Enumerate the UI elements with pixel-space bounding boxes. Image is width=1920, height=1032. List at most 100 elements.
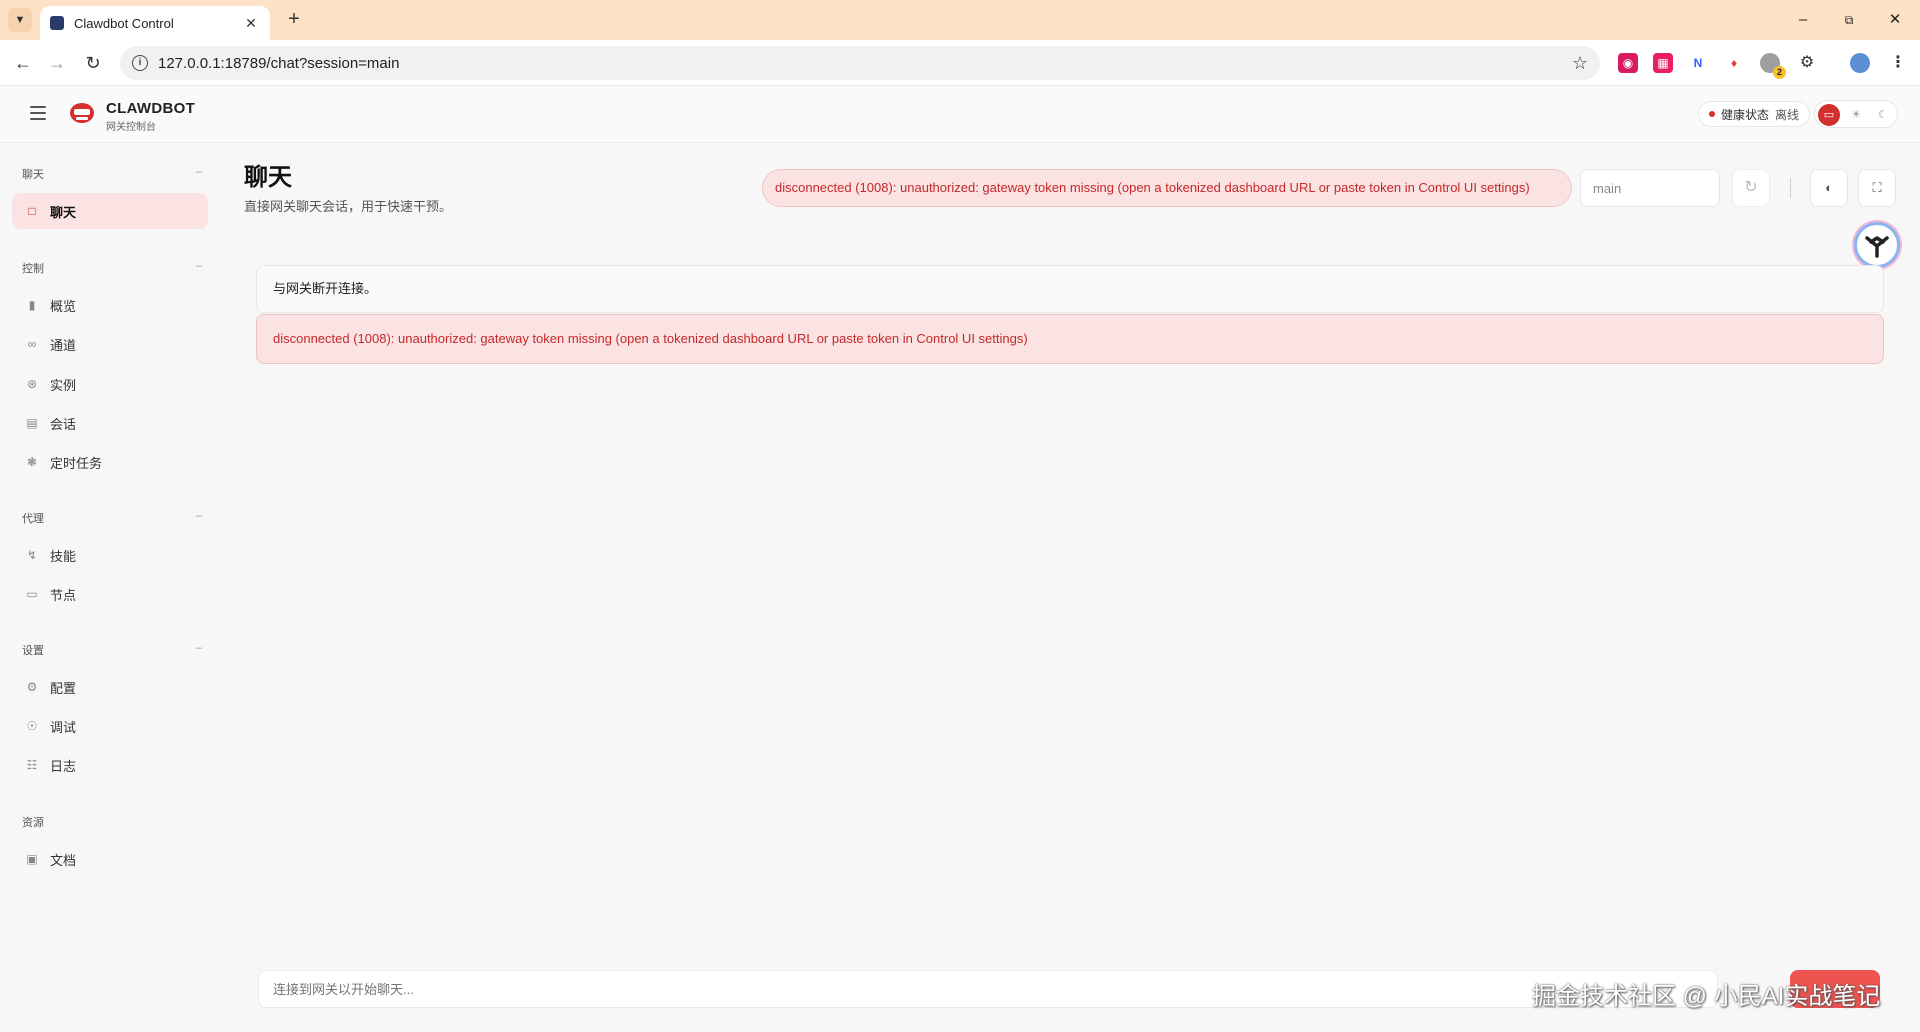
toolbar-divider: [1790, 178, 1791, 198]
browser-menu-icon[interactable]: ⋮: [1888, 53, 1908, 73]
sidebar-group-agent[interactable]: 代理 –: [22, 510, 202, 526]
extension-app-icon[interactable]: ▦: [1653, 53, 1673, 73]
sidebar-item-label: 概览: [50, 298, 77, 314]
sidebar-group-settings[interactable]: 设置 –: [22, 642, 202, 658]
status-dot-icon: [1709, 111, 1715, 117]
sidebar-item-label: 通道: [50, 337, 77, 353]
sidebar-group-chat[interactable]: 聊天 –: [22, 166, 202, 182]
theme-dark-icon[interactable]: ☾: [1872, 104, 1894, 126]
tab-search-icon[interactable]: ▼: [8, 8, 32, 32]
sidebar-item-logs[interactable]: ☷ 日志: [12, 747, 208, 783]
sidebar-item-label: 日志: [50, 758, 77, 774]
tab-title: Clawdbot Control: [74, 15, 174, 31]
sidebar-item-label: 配置: [50, 680, 77, 696]
link-icon: ∞: [27, 337, 37, 351]
gear-icon: ⚙: [26, 680, 38, 694]
collapse-icon: –: [195, 166, 202, 178]
brand-name: CLAWDBOT: [106, 100, 196, 117]
app-header: CLAWDBOT 网关控制台 健康状态 离线 ▭ ☀ ☾: [0, 86, 1920, 143]
menu-icon[interactable]: [30, 106, 46, 120]
document-icon: ▤: [26, 416, 38, 430]
tab-favicon-icon: [50, 16, 64, 30]
site-info-icon[interactable]: i: [132, 55, 148, 71]
sidebar-item-label: 实例: [50, 377, 77, 393]
sidebar-item-label: 技能: [50, 548, 77, 564]
sidebar-item-overview[interactable]: ▮ 概览: [12, 287, 208, 323]
session-input[interactable]: [1580, 169, 1720, 207]
brain-icon: ◐: [1825, 180, 1833, 195]
sidebar-item-sessions[interactable]: ▤ 会话: [12, 405, 208, 441]
sidebar-item-cron[interactable]: ❃ 定时任务: [12, 444, 208, 480]
collapse-icon: –: [195, 642, 202, 654]
sidebar-item-chat[interactable]: □ 聊天: [12, 193, 208, 229]
bug-icon: ☉: [26, 719, 38, 733]
error-message: disconnected (1008): unauthorized: gatew…: [256, 314, 1884, 364]
lightning-icon: ↯: [26, 548, 38, 562]
collapse-icon: –: [195, 260, 202, 272]
sidebar-item-nodes[interactable]: ▭ 节点: [12, 576, 208, 612]
extension-count-badge: 2: [1773, 66, 1786, 79]
focus-icon: ⛶: [1872, 180, 1882, 195]
sidebar-item-label: 聊天: [50, 204, 77, 220]
forward-icon[interactable]: →: [44, 50, 70, 76]
browser-tab[interactable]: Clawdbot Control ✕: [40, 6, 270, 40]
chat-input[interactable]: [258, 970, 1718, 1008]
refresh-button[interactable]: ↻: [1732, 169, 1770, 207]
focus-mode-button[interactable]: ⛶: [1858, 169, 1896, 207]
browser-toolbar: ← → ↻ i 127.0.0.1:18789/chat?session=mai…: [0, 40, 1920, 86]
sidebar: 聊天 – □ 聊天 控制 – ▮ 概览 ∞ 通道 ⊛ 实例 ▤ 会话 ❃ 定时任务 …: [0, 143, 220, 1032]
extension-badge-icon[interactable]: 2: [1760, 53, 1786, 79]
sidebar-item-label: 节点: [50, 587, 77, 603]
assistant-launcher-icon[interactable]: [1854, 222, 1900, 268]
sidebar-item-label: 会话: [50, 416, 77, 432]
sidebar-item-label: 调试: [50, 719, 77, 735]
collapse-icon: –: [195, 510, 202, 522]
profile-avatar-icon[interactable]: [1850, 53, 1870, 73]
disconnected-message: 与网关断开连接。: [256, 265, 1884, 313]
extensions-puzzle-icon[interactable]: ⚙: [1797, 53, 1817, 73]
theme-switcher: ▭ ☀ ☾: [1814, 100, 1898, 128]
extension-cup-icon[interactable]: ♦: [1724, 53, 1744, 73]
address-url[interactable]: 127.0.0.1:18789/chat?session=main: [158, 55, 1572, 72]
browser-tab-bar: ▼ Clawdbot Control ✕ + – ⧉ ✕: [0, 0, 1920, 40]
sidebar-item-label: 定时任务: [50, 455, 103, 471]
sidebar-item-skills[interactable]: ↯ 技能: [12, 537, 208, 573]
window-close-icon[interactable]: ✕: [1872, 6, 1918, 34]
loader-icon: ❃: [26, 455, 38, 469]
extension-n-icon[interactable]: N: [1688, 53, 1708, 73]
health-value: 离线: [1775, 107, 1800, 122]
sidebar-item-docs[interactable]: ▣ 文档: [12, 841, 208, 877]
chat-bubble-icon: □: [28, 204, 36, 218]
health-label: 健康状态: [1721, 107, 1770, 122]
address-bar[interactable]: i 127.0.0.1:18789/chat?session=main ☆: [120, 46, 1600, 80]
tab-close-icon[interactable]: ✕: [242, 15, 260, 32]
new-tab-icon[interactable]: +: [282, 8, 306, 32]
watermark: 掘金技术社区 @ 小民AI实战笔记: [1532, 983, 1881, 1010]
theme-light-icon[interactable]: ☀: [1845, 104, 1867, 126]
sidebar-group-resources: 资源: [22, 817, 44, 829]
extension-shield-icon[interactable]: ◉: [1618, 53, 1638, 73]
clawdbot-logo-icon: [70, 103, 94, 123]
thinking-toggle-button[interactable]: ◐: [1810, 169, 1848, 207]
theme-system-icon[interactable]: ▭: [1818, 104, 1840, 126]
sidebar-item-instances[interactable]: ⊛ 实例: [12, 366, 208, 402]
sidebar-group-control[interactable]: 控制 –: [22, 260, 202, 276]
brand-subtitle: 网关控制台: [106, 122, 156, 133]
back-icon[interactable]: ←: [10, 50, 36, 76]
bar-chart-icon: ▮: [28, 298, 36, 312]
monitor-icon: ▭: [26, 587, 38, 601]
minimize-icon[interactable]: –: [1780, 6, 1826, 34]
book-icon: ▣: [26, 852, 38, 866]
connection-error-pill: disconnected (1008): unauthorized: gatew…: [762, 169, 1572, 207]
sidebar-item-config[interactable]: ⚙ 配置: [12, 669, 208, 705]
page-subtitle: 直接网关聊天会话，用于快速干预。: [244, 199, 453, 214]
log-file-icon: ☷: [26, 758, 38, 772]
bookmark-star-icon[interactable]: ☆: [1572, 53, 1588, 74]
reload-icon[interactable]: ↻: [80, 50, 106, 76]
sidebar-item-debug[interactable]: ☉ 调试: [12, 708, 208, 744]
health-status-badge: 健康状态 离线: [1698, 101, 1811, 127]
sidebar-item-channels[interactable]: ∞ 通道: [12, 326, 208, 362]
sidebar-item-label: 文档: [50, 852, 77, 868]
broadcast-icon: ⊛: [26, 377, 38, 391]
restore-icon[interactable]: ⧉: [1826, 6, 1872, 34]
